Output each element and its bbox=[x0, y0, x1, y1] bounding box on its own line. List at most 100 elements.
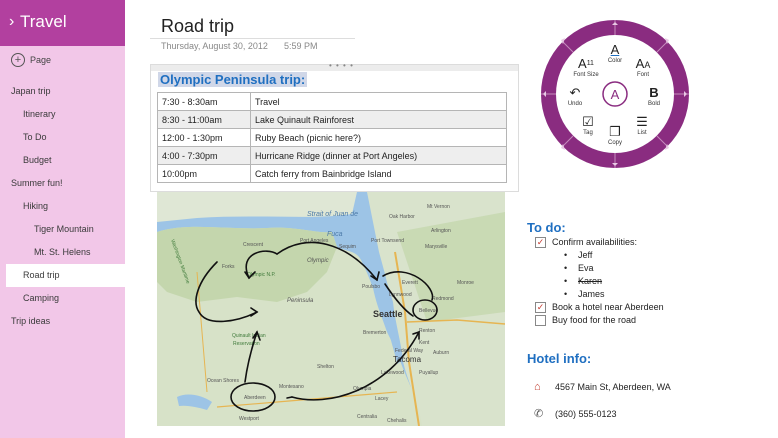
map-label-arlington: Arlington bbox=[431, 228, 451, 234]
hotel-phone-row[interactable]: ✆ (360) 555-0123 bbox=[534, 407, 617, 420]
map-label-peninsula: Peninsula bbox=[287, 298, 314, 304]
bold-label: Bold bbox=[647, 101, 660, 107]
map-label-aberdeen: Aberdeen bbox=[244, 395, 266, 401]
title-divider bbox=[150, 38, 355, 39]
home-icon: ⌂ bbox=[534, 381, 541, 393]
trip-heading[interactable]: Olympic Peninsula trip: bbox=[158, 72, 308, 87]
list-icon: ☰ bbox=[636, 114, 648, 129]
page-title[interactable]: Road trip bbox=[161, 16, 234, 37]
todo-item-confirm[interactable]: Confirm availabilities: bbox=[552, 237, 637, 247]
table-row: 12:00 - 1:30pm Ruby Beach (picnic here?) bbox=[157, 128, 507, 147]
todo-checkbox-book-hotel[interactable]: ✓ bbox=[535, 302, 546, 313]
todo-item-buy-food[interactable]: Buy food for the road bbox=[552, 315, 636, 325]
sidebar-item-budget[interactable]: Budget bbox=[0, 149, 125, 172]
map-label-forks: Forks bbox=[222, 264, 235, 270]
container-grip-handle[interactable]: • • • • bbox=[151, 61, 518, 71]
table-cell-activity[interactable]: Hurricane Ridge (dinner at Port Angeles) bbox=[250, 146, 507, 165]
list-button[interactable]: ☰ List bbox=[622, 114, 662, 136]
map-label-montesano: Montesano bbox=[279, 384, 304, 390]
map-label-seattle: Seattle bbox=[373, 309, 403, 319]
sidebar-item-camping[interactable]: Camping bbox=[0, 287, 125, 310]
table-cell-activity[interactable]: Lake Quinault Rainforest bbox=[250, 110, 507, 129]
map-label-fuca: Fuca bbox=[327, 231, 343, 238]
sidebar-item-road-trip[interactable]: Road trip bbox=[6, 264, 125, 287]
add-page-button[interactable]: + Page bbox=[11, 52, 51, 68]
undo-icon: ↶ bbox=[569, 85, 581, 100]
table-row: 8:30 - 11:00am Lake Quinault Rainforest bbox=[157, 110, 507, 129]
table-cell-time[interactable]: 10:00pm bbox=[157, 164, 251, 183]
page-date: Thursday, August 30, 2012 bbox=[161, 41, 268, 51]
map-label-redmond: Redmond bbox=[432, 296, 454, 302]
bold-icon: B bbox=[649, 85, 659, 100]
todo-checkbox-confirm[interactable]: ✓ bbox=[535, 237, 546, 248]
table-cell-activity[interactable]: Travel bbox=[250, 92, 507, 111]
list-item-james[interactable]: James bbox=[564, 289, 604, 299]
list-item-jeff[interactable]: Jeff bbox=[564, 250, 593, 260]
radial-menu[interactable]: A A11 Font Size A Color AA Font ↶ Undo B… bbox=[539, 18, 691, 170]
map-label-centralia: Centralia bbox=[357, 414, 377, 420]
sidebar-item-hiking[interactable]: Hiking bbox=[0, 195, 125, 218]
notebook-title: Travel bbox=[20, 12, 67, 31]
map-label-lacey: Lacey bbox=[375, 396, 389, 402]
itinerary-table[interactable]: 7:30 - 8:30am Travel 8:30 - 11:00am Lake… bbox=[157, 92, 507, 183]
table-row: 7:30 - 8:30am Travel bbox=[157, 92, 507, 111]
chevron-right-icon: › bbox=[9, 13, 15, 30]
map-label-marysville: Marysville bbox=[425, 244, 447, 250]
map-label-quinault: Quinault Indian bbox=[232, 333, 266, 339]
list-label: List bbox=[637, 130, 647, 136]
bold-button[interactable]: B Bold bbox=[634, 85, 674, 107]
table-cell-activity[interactable]: Catch ferry from Bainbridge Island bbox=[250, 164, 507, 183]
radial-center-icon[interactable]: A bbox=[611, 87, 620, 102]
map-label-renton: Renton bbox=[419, 328, 435, 334]
hotel-heading[interactable]: Hotel info: bbox=[527, 351, 591, 366]
table-cell-time[interactable]: 4:00 - 7:30pm bbox=[157, 146, 251, 165]
phone-icon: ✆ bbox=[534, 408, 544, 420]
sidebar-item-japan-trip[interactable]: Japan trip bbox=[0, 80, 125, 103]
table-row: 4:00 - 7:30pm Hurricane Ridge (dinner at… bbox=[157, 146, 507, 165]
table-cell-activity[interactable]: Ruby Beach (picnic here?) bbox=[250, 128, 507, 147]
hotel-phone: (360) 555-0123 bbox=[555, 408, 617, 419]
sidebar-item-trip-ideas[interactable]: Trip ideas bbox=[0, 310, 125, 333]
font-size-label: Font Size bbox=[573, 72, 599, 78]
map-label-chehalis: Chehalis bbox=[387, 418, 407, 424]
font-icon: AA bbox=[635, 56, 651, 71]
copy-label: Copy bbox=[607, 140, 622, 146]
table-cell-time[interactable]: 8:30 - 11:00am bbox=[157, 110, 251, 129]
todo-checkbox-buy-food[interactable] bbox=[535, 315, 546, 326]
sidebar-item-tiger-mountain[interactable]: Tiger Mountain bbox=[0, 218, 125, 241]
map-label-ocean-shores: Ocean Shores bbox=[207, 378, 239, 384]
map-graphic: Strait of Juan de Fuca Port Angeles Cres… bbox=[157, 192, 505, 426]
map-label-olympic: Olympic bbox=[307, 258, 329, 264]
map-label-bellevue: Bellevue bbox=[419, 308, 438, 314]
todo-item-book-hotel[interactable]: Book a hotel near Aberdeen bbox=[552, 302, 664, 312]
map-label-westport: Westport bbox=[239, 416, 260, 422]
sidebar-item-to-do[interactable]: To Do bbox=[0, 126, 125, 149]
map-label-puyallup: Puyallup bbox=[419, 370, 438, 376]
list-item-karen[interactable]: Karen bbox=[564, 276, 602, 286]
map-label-mt-vernon: Mt Vernon bbox=[427, 204, 450, 210]
map-label-everett: Everett bbox=[402, 280, 418, 286]
add-page-label: Page bbox=[30, 55, 52, 65]
font-button[interactable]: AA Font bbox=[623, 56, 663, 78]
notebook-sidebar: › Travel + Page Japan trip Itinerary To … bbox=[0, 0, 125, 438]
table-cell-time[interactable]: 7:30 - 8:30am bbox=[157, 92, 251, 111]
sidebar-item-summer-fun[interactable]: Summer fun! bbox=[0, 172, 125, 195]
list-item-eva[interactable]: Eva bbox=[564, 263, 593, 273]
hotel-address-row[interactable]: ⌂ 4567 Main St, Aberdeen, WA bbox=[534, 381, 671, 393]
undo-label: Undo bbox=[567, 101, 583, 107]
notebook-header[interactable]: › Travel bbox=[0, 0, 125, 46]
sidebar-item-mt-st-helens[interactable]: Mt. St. Helens bbox=[0, 241, 125, 264]
route-map-image[interactable]: Strait of Juan de Fuca Port Angeles Cres… bbox=[157, 192, 505, 426]
map-label-oak-harbor: Oak Harbor bbox=[389, 214, 415, 220]
plus-icon: + bbox=[11, 53, 25, 67]
todo-heading[interactable]: To do: bbox=[527, 220, 566, 235]
undo-button[interactable]: ↶ Undo bbox=[555, 85, 595, 107]
map-label-crescent: Crescent bbox=[243, 242, 264, 248]
map-label-strait: Strait of Juan de bbox=[307, 211, 358, 218]
map-label-monroe: Monroe bbox=[457, 280, 474, 286]
table-cell-time[interactable]: 12:00 - 1:30pm bbox=[157, 128, 251, 147]
sidebar-item-itinerary[interactable]: Itinerary bbox=[0, 103, 125, 126]
hotel-address: 4567 Main St, Aberdeen, WA bbox=[555, 382, 671, 392]
page-list: Japan trip Itinerary To Do Budget Summer… bbox=[0, 80, 125, 333]
map-label-kent: Kent bbox=[419, 340, 430, 346]
